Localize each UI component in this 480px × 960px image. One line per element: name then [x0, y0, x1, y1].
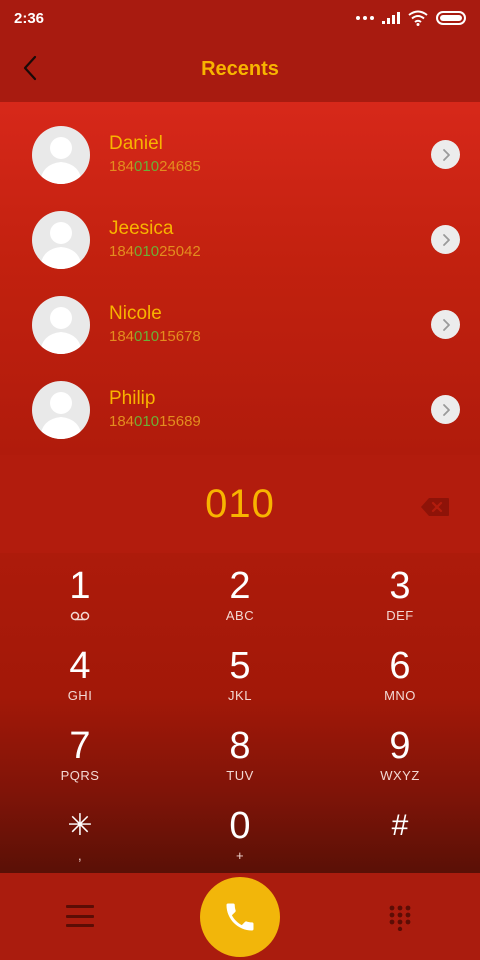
bottom-bar: [0, 873, 480, 960]
key-digit: #: [391, 809, 409, 842]
key-digit: 3: [389, 565, 411, 607]
key-2[interactable]: 2 ABC: [160, 553, 320, 633]
keypad: 1 2 ABC 3 DEF 4 GHI 5 JKL 6 MNO 7 PQRS 8…: [0, 553, 480, 873]
contact-name: Philip: [109, 387, 156, 409]
contact-row[interactable]: Jeesica 18401025042: [0, 197, 480, 282]
contact-info: Philip 18401015689: [109, 387, 201, 433]
chevron-left-icon: [23, 55, 37, 81]
person-icon: [40, 306, 82, 354]
contact-number: 18401015678: [109, 327, 201, 345]
contact-name: Jeesica: [109, 217, 174, 239]
call-button[interactable]: [200, 877, 280, 957]
key-letters: +: [235, 848, 245, 863]
key-digit: 1: [69, 565, 91, 607]
key-letters: PQRS: [60, 768, 100, 783]
contact-number: 18401015689: [109, 412, 201, 430]
contact-row[interactable]: Daniel 18401024685: [0, 112, 480, 197]
signal-icon: [382, 12, 400, 24]
key-8[interactable]: 8 TUV: [160, 713, 320, 793]
person-icon: [40, 136, 82, 184]
key-digit: 7: [69, 725, 91, 767]
key-0[interactable]: 0 +: [160, 793, 320, 873]
contact-name: Nicole: [109, 302, 162, 324]
contact-number: 18401024685: [109, 157, 201, 175]
contact-row[interactable]: Philip 18401015689: [0, 367, 480, 452]
chevron-right-icon: [442, 403, 450, 416]
contact-info: Daniel 18401024685: [109, 132, 201, 178]
avatar: [32, 210, 90, 269]
key-digit: 5: [229, 645, 251, 687]
key-1[interactable]: 1: [0, 553, 160, 633]
back-button[interactable]: [14, 52, 46, 84]
key-5[interactable]: 5 JKL: [160, 633, 320, 713]
key-letters: MNO: [384, 688, 416, 703]
status-bar: 2:36: [0, 0, 480, 36]
key-letters: GHI: [67, 688, 93, 703]
status-time: 2:36: [14, 9, 45, 27]
phone-icon: [226, 903, 254, 931]
chevron-right-icon: [442, 233, 450, 246]
menu-icon[interactable]: [66, 905, 94, 927]
key-digit: 4: [69, 645, 91, 687]
contact-detail-button[interactable]: [431, 395, 460, 424]
dialpad-icon[interactable]: [388, 905, 412, 931]
key-3[interactable]: 3 DEF: [320, 553, 480, 633]
backspace-icon: [421, 498, 449, 516]
key-star[interactable]: ✳ ,: [0, 793, 160, 873]
chevron-right-icon: [442, 148, 450, 161]
key-digit: 8: [229, 725, 251, 767]
key-letters: WXYZ: [380, 768, 420, 783]
key-letters: ,: [77, 848, 83, 863]
person-icon: [40, 221, 82, 269]
contact-detail-button[interactable]: [431, 140, 460, 169]
key-digit: 9: [389, 725, 411, 767]
key-4[interactable]: 4 GHI: [0, 633, 160, 713]
key-digit: 6: [389, 645, 411, 687]
battery-icon: [436, 11, 466, 25]
key-letters: DEF: [386, 608, 414, 623]
contact-row[interactable]: Nicole 18401015678: [0, 282, 480, 367]
key-6[interactable]: 6 MNO: [320, 633, 480, 713]
page-title: Recents: [201, 57, 279, 80]
chevron-right-icon: [442, 318, 450, 331]
voicemail-icon: [70, 607, 90, 625]
contact-detail-button[interactable]: [431, 225, 460, 254]
status-icons: [356, 10, 466, 26]
avatar: [32, 380, 90, 439]
contact-info: Jeesica 18401025042: [109, 217, 201, 263]
key-hash[interactable]: #: [320, 793, 480, 873]
key-letters: TUV: [226, 768, 254, 783]
contact-name: Daniel: [109, 132, 163, 154]
key-letters: JKL: [228, 688, 252, 703]
key-letters: ABC: [225, 608, 255, 623]
key-9[interactable]: 9 WXYZ: [320, 713, 480, 793]
dialed-number: 010: [205, 481, 275, 526]
contact-info: Nicole 18401015678: [109, 302, 201, 348]
backspace-button[interactable]: [420, 497, 450, 517]
key-digit: ✳: [67, 809, 93, 842]
key-7[interactable]: 7 PQRS: [0, 713, 160, 793]
key-digit: 0: [229, 805, 251, 847]
avatar: [32, 125, 90, 184]
contact-number: 18401025042: [109, 242, 201, 260]
wifi-icon: [408, 10, 428, 26]
more-dots-icon: [356, 16, 374, 20]
dialed-number-display: 010: [0, 455, 480, 553]
key-digit: 2: [229, 565, 251, 607]
header: Recents: [0, 36, 480, 102]
avatar: [32, 295, 90, 354]
contact-detail-button[interactable]: [431, 310, 460, 339]
recents-list: Daniel 18401024685 Jeesica 18401025042 N…: [0, 102, 480, 455]
person-icon: [40, 391, 82, 439]
